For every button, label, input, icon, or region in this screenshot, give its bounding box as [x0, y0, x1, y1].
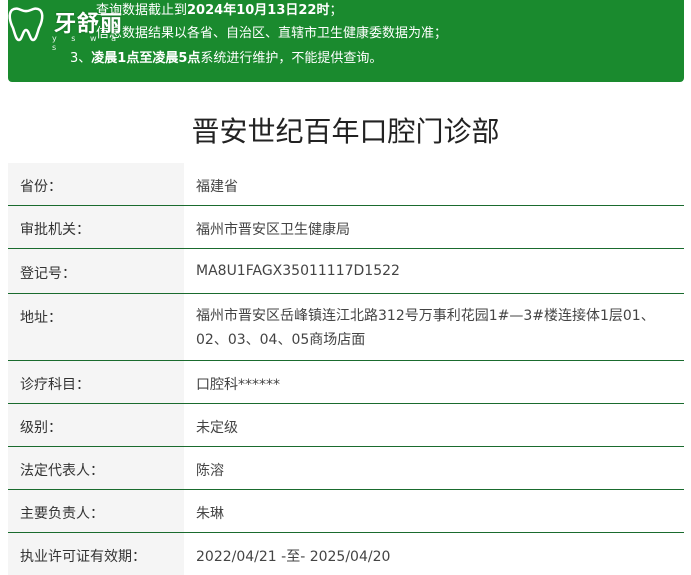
- province-value: 福建省: [196, 179, 238, 195]
- info-table: 省份： 福建省 审批机关： 福州市晋安区卫生健康局 登记号： MA8U1FAGX…: [8, 163, 684, 575]
- row-value-cell: MA8U1FAGX35011117D1522: [184, 249, 684, 293]
- registration-label: 登记号：: [20, 266, 76, 282]
- address-value: 福州市晋安区岳峰镇连江北路312号万事利花园1#—3#楼连接体1层01、02、0…: [196, 308, 655, 348]
- info-row-registration: 登记号： MA8U1FAGX35011117D1522: [8, 249, 684, 294]
- row-value-cell: 口腔科******: [184, 361, 684, 403]
- notice-line-2: 信息数据结果以各省、自治区、直辖市卫生健康委数据为准；: [96, 26, 448, 41]
- authority-label: 审批机关：: [20, 222, 90, 238]
- row-value-cell: 福建省: [184, 163, 684, 205]
- province-label: 省份：: [20, 179, 62, 195]
- row-label-cell: 级别：: [8, 404, 184, 446]
- row-label-cell: 执业许可证有效期：: [8, 533, 184, 575]
- notice-line-3: 3、凌晨1点至凌晨5点系统进行维护，不能提供查询。: [70, 50, 382, 68]
- notice-line-3-suffix: 系统进行维护，不能提供查询。: [200, 51, 383, 66]
- info-row-license-validity: 执业许可证有效期： 2022/04/21 -至- 2025/04/20: [8, 533, 684, 575]
- departments-value: 口腔科******: [196, 377, 280, 393]
- info-row-level: 级别： 未定级: [8, 404, 684, 447]
- departments-label: 诊疗科目：: [20, 377, 90, 393]
- principal-value: 朱琳: [196, 506, 224, 522]
- row-label-cell: 诊疗科目：: [8, 361, 184, 403]
- address-label: 地址：: [20, 310, 62, 326]
- row-label-cell: 地址：: [8, 294, 184, 360]
- row-value-cell: 朱琳: [184, 490, 684, 532]
- registration-value: MA8U1FAGX35011117D1522: [196, 263, 400, 279]
- info-row-departments: 诊疗科目： 口腔科******: [8, 361, 684, 404]
- row-value-cell: 陈溶: [184, 447, 684, 489]
- row-value-cell: 2022/04/21 -至- 2025/04/20: [184, 533, 684, 575]
- row-label-cell: 审批机关：: [8, 206, 184, 248]
- row-label-cell: 省份：: [8, 163, 184, 205]
- row-value-cell: 福州市晋安区岳峰镇连江北路312号万事利花园1#—3#楼连接体1层01、02、0…: [184, 294, 684, 360]
- notice-line-1-date: 2024年10月13日22时: [187, 3, 330, 18]
- legal-rep-label: 法定代表人：: [20, 463, 104, 479]
- authority-value: 福州市晋安区卫生健康局: [196, 222, 350, 238]
- info-row-province: 省份： 福建省: [8, 163, 684, 206]
- principal-label: 主要负责人：: [20, 506, 104, 522]
- notice-line-1: 查询数据截止到2024年10月13日22时；: [96, 2, 343, 20]
- row-label-cell: 登记号：: [8, 249, 184, 293]
- level-value: 未定级: [196, 420, 238, 436]
- info-row-address: 地址： 福州市晋安区岳峰镇连江北路312号万事利花园1#—3#楼连接体1层01、…: [8, 294, 684, 361]
- notice-line-3-hours: 凌晨1点至凌晨5点: [91, 51, 201, 66]
- license-validity-label: 执业许可证有效期：: [20, 549, 146, 565]
- info-row-authority: 审批机关： 福州市晋安区卫生健康局: [8, 206, 684, 249]
- info-row-principal: 主要负责人： 朱琳: [8, 490, 684, 533]
- page-title: 晋安世纪百年口腔门诊部: [191, 115, 500, 148]
- row-value-cell: 未定级: [184, 404, 684, 446]
- info-row-legal-rep: 法定代表人： 陈溶: [8, 447, 684, 490]
- row-value-cell: 福州市晋安区卫生健康局: [184, 206, 684, 248]
- legal-rep-value: 陈溶: [196, 463, 224, 479]
- level-label: 级别：: [20, 420, 62, 436]
- row-label-cell: 法定代表人：: [8, 447, 184, 489]
- row-label-cell: 主要负责人：: [8, 490, 184, 532]
- notice-line-3-prefix: 3、: [70, 51, 92, 66]
- tooth-icon: [8, 7, 44, 42]
- watermark-logo: 牙舒丽 y s w a s: [4, 2, 130, 52]
- logo-sub-text: y s w a s: [52, 34, 122, 52]
- license-validity-value: 2022/04/21 -至- 2025/04/20: [196, 549, 391, 565]
- notice-line-1-suffix: ；: [329, 3, 343, 18]
